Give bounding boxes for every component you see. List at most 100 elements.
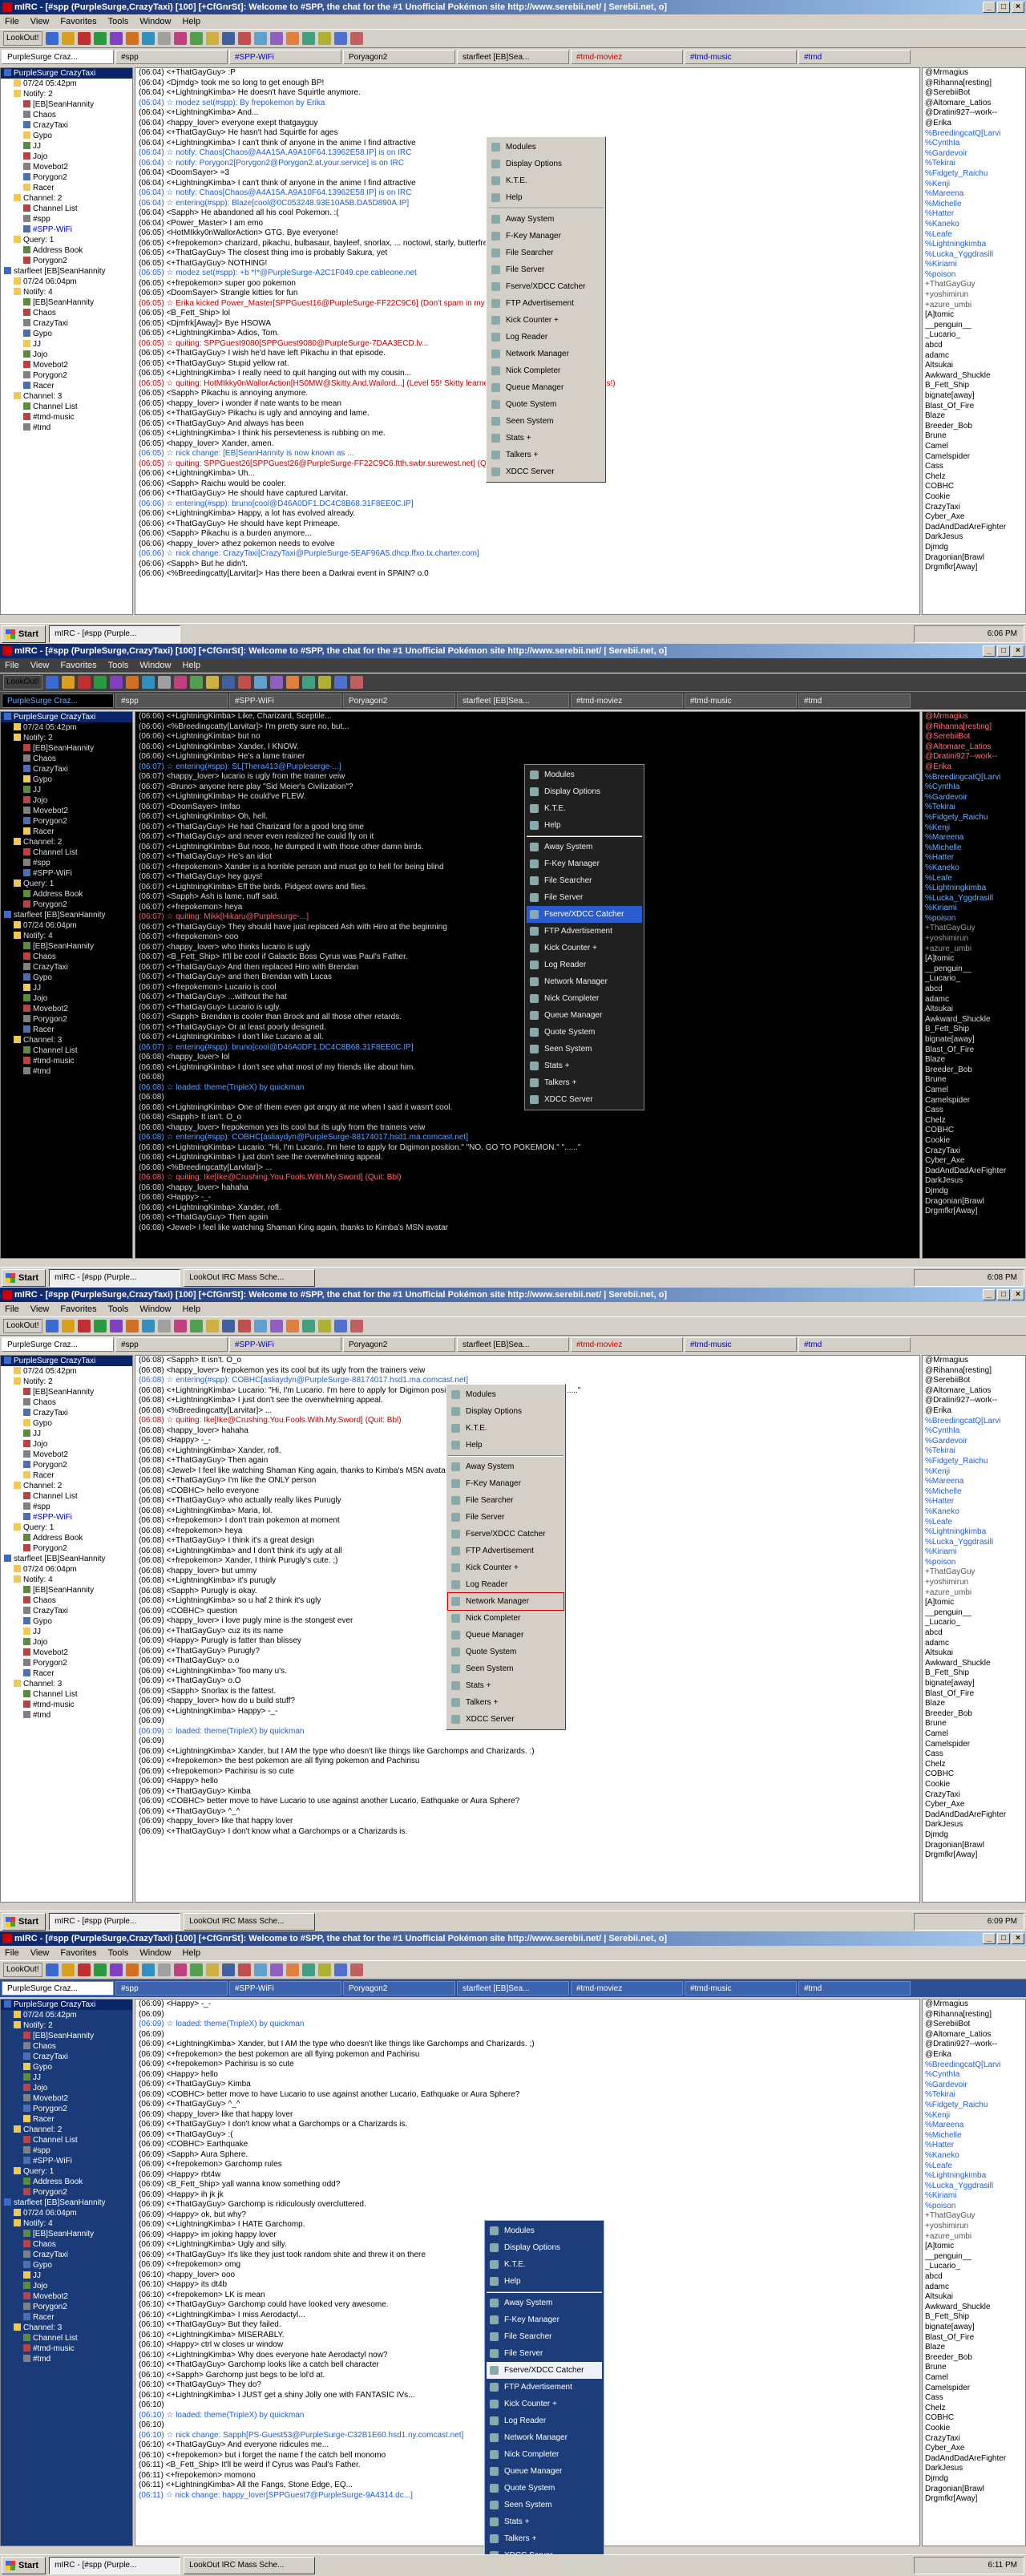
popup-menu-item[interactable]: Help [487,2273,602,2290]
menu-help[interactable]: Help [182,658,200,673]
nick-list-item[interactable]: @Mrmagius [923,2000,1025,2010]
switchbar-tab[interactable]: #tmd-moviez [571,1981,683,1996]
popup-menu-item[interactable]: Nick Completer [487,2446,602,2463]
treebar-item[interactable]: Channel List [1,1689,132,1700]
close-button[interactable]: × [1012,2,1024,13]
nick-list-item[interactable]: Awkward_Shuckle [923,1015,1025,1025]
nick-list-item[interactable]: @Dratini927--work-- [923,752,1025,762]
nick-list-item[interactable]: __penguin__ [923,964,1025,975]
popup-menu-item[interactable]: Away System [487,2295,602,2311]
nick-list-item[interactable]: %Lucka_Yggdrasill [923,250,1025,261]
url-icon[interactable] [157,676,171,689]
scripts-icon[interactable] [205,1320,219,1332]
address-book-icon[interactable] [93,32,107,45]
nick-list-item[interactable]: Chelz [923,1116,1025,1126]
popup-menu-item[interactable]: Talkers + [488,447,604,463]
treebar-item[interactable]: Gypo [1,774,132,785]
popup-menu-item[interactable]: Network Manager [488,346,604,362]
nick-list-item[interactable]: %Kenji [923,823,1025,834]
treebar-item[interactable]: Notify: 4 [1,931,132,941]
treebar-item[interactable]: 07/24 05:42pm [1,79,132,89]
treebar-item[interactable]: JJ [1,1429,132,1439]
nick-list-item[interactable]: _Lucario_ [923,330,1025,341]
popup-menu-item[interactable]: FTP Advertisement [487,2379,602,2396]
close-button[interactable]: × [1012,1289,1024,1300]
switchbar-tab[interactable]: Poryagon2 [343,1981,455,1996]
nick-list-item[interactable]: %Mareena [923,2121,1025,2131]
treebar-item[interactable]: #spp [1,2145,132,2156]
treebar-item[interactable]: #tmd [1,1710,132,1721]
scripts-icon[interactable] [205,1963,219,1976]
connect-icon[interactable] [45,1963,59,1976]
address-book-icon[interactable] [93,676,107,689]
cascade-icon[interactable] [237,676,251,689]
treebar-item[interactable]: Gypo [1,2062,132,2073]
popup-menu-item[interactable]: K.T.E. [527,800,642,817]
arrange-icon[interactable] [253,1320,267,1332]
taskbar-task[interactable]: LookOut IRC Mass Sche... [184,1912,316,1931]
treebar-item[interactable]: 07/24 05:42pm [1,1366,132,1377]
treebar-item[interactable]: Movebot2 [1,162,132,172]
menu-favorites[interactable]: Favorites [60,658,96,673]
treebar-item[interactable]: #SPP-WiFi [1,868,132,879]
nick-list-item[interactable]: @Rihanna[resting] [923,1366,1025,1377]
nick-list-item[interactable]: Drgmfkr[Away] [923,2494,1025,2505]
treebar-item[interactable]: Channel List [1,204,132,214]
switchbar-tab[interactable]: PurpleSurge Craz... [2,1337,114,1352]
notify-icon[interactable] [141,1963,155,1976]
switchbar-tab[interactable]: #tmd [798,694,911,708]
nick-list-item[interactable]: %Leafe [923,1518,1025,1528]
treebar-item[interactable]: 07/24 05:42pm [1,722,132,733]
tile-icon[interactable] [221,1320,235,1332]
nick-list-item[interactable]: Altsukai [923,1648,1025,1659]
url-icon[interactable] [157,32,171,45]
nick-list-item[interactable]: %Leafe [923,230,1025,241]
treebar-item[interactable]: Address Book [1,2177,132,2187]
menu-tools[interactable]: Tools [108,14,129,29]
nick-list-item[interactable]: COBHC [923,1769,1025,1780]
nick-list-item[interactable]: B_Fett_Ship [923,381,1025,391]
nick-list-item[interactable]: Camel [923,2373,1025,2384]
popup-menu-item[interactable]: Fserve/XDCC Catcher [488,278,604,295]
popup-menu-item[interactable]: Quote System [487,2480,602,2497]
treebar-item[interactable]: Porygon2 [1,172,132,183]
nick-list-item[interactable]: Blaze [923,1055,1025,1066]
treebar-item[interactable]: [EB]SeanHannity [1,99,132,110]
nick-list-item[interactable]: [A]tomic [923,2242,1025,2252]
switchbar-tab[interactable]: #tmd-music [685,50,797,64]
nick-list-item[interactable]: %Mareena [923,833,1025,843]
treebar-item[interactable]: Channel: 2 [1,837,132,847]
taskbar-task[interactable]: mIRC - [#spp (Purple... [49,1268,181,1287]
menu-window[interactable]: Window [139,1302,171,1316]
start-button[interactable]: Start [2,1268,46,1287]
switchbar-tab[interactable]: #SPP-WiFi [229,694,341,708]
nick-list-item[interactable]: %Kiriami [923,2191,1025,2202]
nick-list-item[interactable]: %Kenji [923,180,1025,190]
popup-menu-item[interactable]: Display Options [448,1403,563,1420]
treebar-item[interactable]: Gypo [1,973,132,983]
sound-icon[interactable] [349,676,363,689]
popup-menu-item[interactable]: Queue Manager [488,379,604,396]
menu-window[interactable]: Window [139,1946,171,1960]
menu-window[interactable]: Window [139,658,171,673]
nick-list-item[interactable]: %Lightningkimba [923,2171,1025,2182]
nick-list-item[interactable]: Camelspider [923,2384,1025,2394]
colors-icon[interactable] [189,32,203,45]
log-icon[interactable] [173,676,187,689]
treebar-item[interactable]: #tmd-music [1,1056,132,1066]
treebar-item[interactable]: [EB]SeanHannity [1,1585,132,1595]
nick-list-item[interactable]: +yoshimirun [923,1578,1025,1588]
nick-list-item[interactable]: %Kaneko [923,1507,1025,1518]
treebar-item[interactable]: CrazyTaxi [1,120,132,131]
popup-menu-item[interactable]: File Server [487,2345,602,2362]
nick-list-item[interactable]: %poison [923,2202,1025,2212]
lookout-button[interactable]: LookOut! [3,675,42,689]
nick-list-item[interactable]: B_Fett_Ship [923,1668,1025,1679]
treebar-item[interactable]: [EB]SeanHannity [1,941,132,952]
nick-list-item[interactable]: @Rihanna[resting] [923,2010,1025,2020]
popup-menu-item[interactable]: Display Options [527,783,642,800]
menu-tools[interactable]: Tools [108,1302,129,1316]
about-icon[interactable] [285,1963,299,1976]
nick-list-item[interactable]: DadAndDadAreFighter [923,523,1025,533]
nick-list-item[interactable]: %Hatter [923,1497,1025,1507]
